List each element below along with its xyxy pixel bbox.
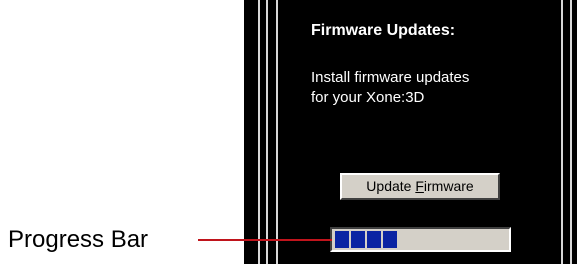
button-access-key: F [415, 178, 424, 194]
firmware-updates-title: Firmware Updates: [311, 22, 456, 39]
update-firmware-button[interactable]: Update Firmware [340, 173, 500, 200]
progress-fill [335, 231, 506, 248]
panel-border-line [570, 0, 572, 264]
progress-segment [367, 231, 381, 248]
description-line: Install firmware updates [311, 69, 470, 86]
progress-segment [335, 231, 349, 248]
description-line: for your Xone:3D [311, 89, 425, 106]
progress-bar-caption: Progress Bar [8, 226, 149, 253]
panel-border-line [561, 0, 563, 264]
progress-bar [330, 227, 511, 252]
button-label-end: irmware [423, 178, 474, 194]
button-label-start: Update [366, 178, 416, 194]
progress-segment [383, 231, 397, 248]
progress-segment [351, 231, 365, 248]
firmware-description: Install firmware updates for your Xone:3… [311, 68, 469, 108]
panel-border-line [276, 0, 278, 264]
panel-border-line [266, 0, 268, 264]
callout-leader-line [198, 239, 332, 241]
panel-border-line [258, 0, 260, 264]
